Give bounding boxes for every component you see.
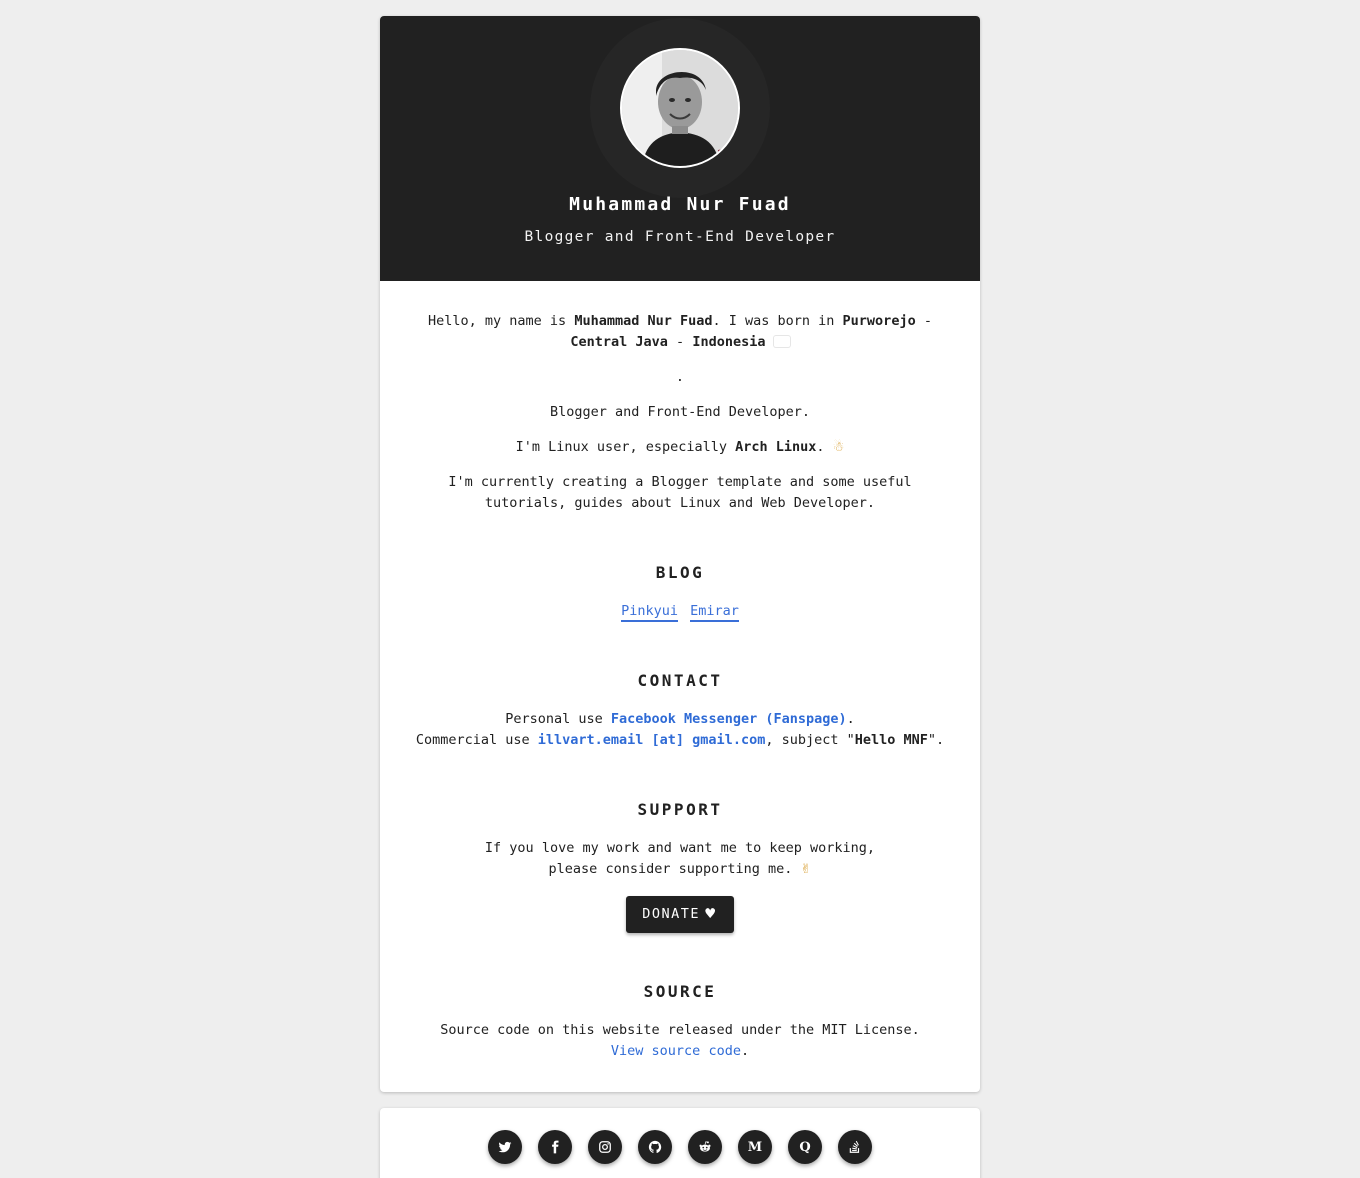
intro-country: Indonesia	[692, 334, 766, 350]
stackoverflow-icon[interactable]	[838, 1130, 872, 1164]
support-message: If you love my work and want me to keep …	[484, 840, 876, 877]
source-info: Source code on this website released und…	[398, 1020, 962, 1062]
contact-subject-label: , subject "	[765, 732, 855, 748]
view-source-link[interactable]: View source code	[611, 1043, 741, 1059]
current-paragraph: I'm currently creating a Blogger templat…	[448, 474, 912, 511]
contact-personal-end: .	[846, 711, 855, 727]
contact-commercial-end: ".	[927, 732, 945, 748]
contact-info: Personal use Facebook Messenger (Fanspag…	[398, 709, 962, 751]
source-link-line: View source code.	[398, 1041, 962, 1062]
profile-name: Muhammad Nur Fuad	[569, 194, 791, 215]
contact-subject: Hello MNF	[854, 732, 928, 748]
social-links-card: M Q	[380, 1108, 980, 1178]
page-wrapper: Muhammad Nur Fuad Blogger and Front-End …	[380, 16, 980, 1178]
source-link-end: .	[740, 1043, 750, 1059]
donate-button[interactable]: DONATE ♥	[626, 896, 734, 933]
intro-sep: -	[667, 334, 693, 350]
email-link[interactable]: illvart.email [at] gmail.com	[538, 732, 766, 748]
contact-personal-label: Personal use	[505, 711, 611, 727]
intro-province: Central Java	[570, 334, 668, 350]
avatar	[620, 48, 740, 168]
support-title: SUPPORT	[637, 800, 723, 819]
about-content: Hello, my name is Muhammad Nur Fuad. I w…	[380, 281, 980, 1092]
medium-icon[interactable]: M	[738, 1130, 772, 1164]
intro-city: Purworejo	[842, 313, 916, 329]
intro-text: Hello, my name is	[428, 313, 575, 329]
heart-icon: ♥	[704, 906, 718, 922]
source-title: SOURCE	[643, 982, 717, 1001]
indonesia-flag-icon	[774, 336, 790, 347]
profile-card: Muhammad Nur Fuad Blogger and Front-End …	[380, 16, 980, 1092]
instagram-icon[interactable]	[588, 1130, 622, 1164]
linux-distro: Arch Linux	[735, 439, 817, 455]
twitter-icon[interactable]	[488, 1130, 522, 1164]
contact-commercial-label: Commercial use	[415, 732, 538, 748]
contact-commercial: Commercial use illvart.email [at] gmail.…	[398, 730, 962, 751]
praying-hands-emoji-icon: ✌	[800, 862, 812, 877]
blog-link-pinkyui[interactable]: Pinkyui	[621, 603, 678, 622]
blog-links: Pinkyui Emirar	[398, 601, 962, 622]
source-text: Source code on this website released und…	[440, 1022, 920, 1038]
medium-letter: M	[747, 1139, 763, 1155]
github-icon[interactable]	[638, 1130, 672, 1164]
profile-header: Muhammad Nur Fuad Blogger and Front-End …	[380, 16, 980, 281]
intro-paragraph: Hello, my name is Muhammad Nur Fuad. I w…	[398, 311, 962, 353]
linux-end: .	[816, 439, 825, 455]
technologist-emoji-icon: ☃	[832, 440, 845, 455]
contact-title: CONTACT	[637, 671, 723, 690]
facebook-messenger-link[interactable]: Facebook Messenger (Fanspage)	[611, 711, 847, 727]
profile-role: Blogger and Front-End Developer	[524, 229, 836, 245]
support-text: If you love my work and want me to keep …	[398, 838, 962, 880]
intro-end: .	[675, 369, 685, 385]
linux-text: I'm Linux user, especially	[515, 439, 736, 455]
blog-title: BLOG	[655, 563, 705, 582]
donate-label: DONATE	[642, 906, 701, 922]
quora-icon[interactable]: Q	[788, 1130, 822, 1164]
linux-paragraph: I'm Linux user, especially Arch Linux. ☃	[398, 437, 962, 458]
reddit-icon[interactable]	[688, 1130, 722, 1164]
facebook-icon[interactable]	[538, 1130, 572, 1164]
blog-link-emirar[interactable]: Emirar	[690, 603, 739, 622]
contact-personal: Personal use Facebook Messenger (Fanspag…	[398, 709, 962, 730]
role-paragraph: Blogger and Front-End Developer.	[549, 404, 811, 420]
quora-letter: Q	[799, 1139, 811, 1155]
intro-text-mid: . I was born in	[712, 313, 843, 329]
intro-name: Muhammad Nur Fuad	[574, 313, 713, 329]
intro-sep: -	[915, 313, 932, 329]
